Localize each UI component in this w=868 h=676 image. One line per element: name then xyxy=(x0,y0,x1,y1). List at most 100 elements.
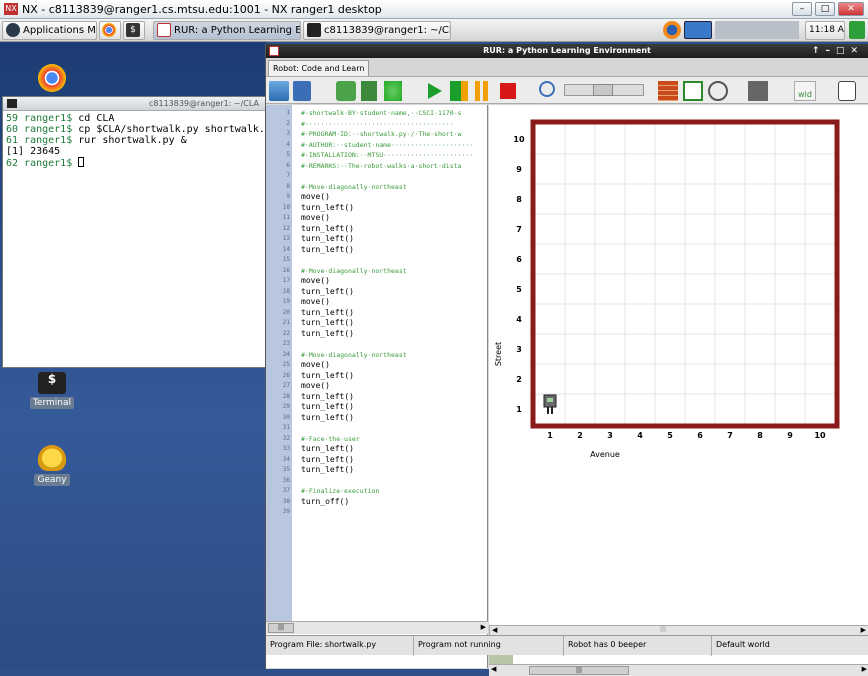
clock-label: 11:18 AM xyxy=(809,25,844,35)
logout-icon[interactable] xyxy=(849,21,865,39)
code-line: turn_off() xyxy=(301,496,350,506)
code-line: #·REMARKS:··The·robot·walks·a·short·dist… xyxy=(301,161,462,170)
taskbar-item-rur[interactable]: RUR: a Python Learning Environ... xyxy=(153,20,301,40)
run-icon[interactable] xyxy=(428,83,442,99)
street-tick-label: 3 xyxy=(516,345,522,354)
beeper-robot-icon[interactable] xyxy=(748,81,768,101)
code-line: #·AUTHOR:··student·name·················… xyxy=(301,140,474,149)
rur-titlebar[interactable]: RUR: a Python Learning Environment ↑–□✕ xyxy=(266,44,868,58)
avenue-tick-label: 6 xyxy=(697,431,703,440)
taskbar-rur-label: RUR: a Python Learning Environ... xyxy=(174,24,301,36)
line-number: 30 xyxy=(282,413,290,421)
wld-file-icon[interactable]: wld xyxy=(794,81,816,101)
reload-program-icon[interactable] xyxy=(384,81,402,101)
line-number: 18 xyxy=(282,287,290,295)
editor-horizontal-scrollbar[interactable]: ||| ▶ xyxy=(266,621,488,634)
open-world-icon[interactable] xyxy=(269,81,289,101)
line-number: 20 xyxy=(282,308,290,316)
terminal-output[interactable]: 59 ranger1$ cd CLA 60 ranger1$ cp $CLA/sh… xyxy=(3,111,277,171)
terminal-prompt: 62 ranger1$ xyxy=(6,158,73,169)
avenue-tick-label: 2 xyxy=(577,431,583,440)
edit-walls-icon[interactable] xyxy=(658,81,678,101)
line-number: 17 xyxy=(282,277,290,284)
world-scroll-thumb[interactable]: ||| xyxy=(660,626,666,633)
line-number: 11 xyxy=(282,214,290,221)
save-world-icon[interactable] xyxy=(293,81,311,101)
minimize-button[interactable]: – xyxy=(792,2,812,16)
line-number: 31 xyxy=(282,424,290,431)
line-number: 3 xyxy=(286,130,290,137)
sensor-icon[interactable] xyxy=(708,81,728,101)
terminal-prompt: 59 ranger1$ xyxy=(6,113,73,124)
line-number: 32 xyxy=(282,434,290,442)
rur-title: RUR: a Python Learning Environment xyxy=(483,46,651,55)
scroll-right-arrow-icon[interactable]: ▶ xyxy=(481,623,486,631)
clock[interactable]: 11:18 AM xyxy=(805,20,845,40)
speed-slider[interactable] xyxy=(564,84,644,96)
terminal-launcher[interactable]: $ xyxy=(123,20,145,40)
line-number: 15 xyxy=(282,256,290,263)
close-button[interactable]: ✕ xyxy=(838,2,864,16)
maximize-button[interactable]: □ xyxy=(815,2,835,16)
terminal-prompt: 61 ranger1$ xyxy=(6,135,73,146)
scroll-right-arrow-icon[interactable]: ▶ xyxy=(861,626,866,634)
geany-shortcut-label: Geany xyxy=(34,474,70,486)
stop-icon[interactable] xyxy=(500,83,516,99)
chrome-launcher[interactable] xyxy=(99,20,121,40)
world-builder-icon[interactable] xyxy=(683,81,703,101)
applications-menu-button[interactable]: Applications Menu xyxy=(2,20,97,40)
workspace-pager[interactable] xyxy=(715,21,799,39)
code-editor[interactable]: 1 2 3 4 5 6 7 8 9 10 11 12 13 14 15 16 17 18 19 20 21 22 23 24 2… xyxy=(266,105,488,668)
line-number: 24 xyxy=(282,350,290,358)
code-line: turn_left() xyxy=(301,391,354,401)
open-program-icon[interactable] xyxy=(336,81,356,101)
street-tick-label: 10 xyxy=(513,135,525,144)
line-number: 21 xyxy=(282,319,290,326)
terminal-shortcut-label: Terminal xyxy=(29,397,75,409)
code-line: turn_left() xyxy=(301,465,354,474)
tab-label: Robot: Code and Learn xyxy=(273,64,365,73)
pause-icon[interactable] xyxy=(475,81,491,101)
save-program-icon[interactable] xyxy=(361,81,377,101)
output-scroll-thumb[interactable]: ||| xyxy=(529,666,629,675)
scroll-left-arrow-icon[interactable]: ◀ xyxy=(491,665,496,673)
code-line: turn_left() xyxy=(301,454,354,464)
output-horizontal-scrollbar[interactable]: ◀ ||| ▶ xyxy=(489,664,868,676)
tab-code-and-learn[interactable]: Robot: Code and Learn xyxy=(268,60,370,76)
line-number: 29 xyxy=(282,403,290,410)
workspace-switcher-icon[interactable] xyxy=(684,21,712,39)
editor-scroll-thumb[interactable]: ||| xyxy=(268,623,294,633)
line-number: 19 xyxy=(282,298,290,305)
avenue-tick-label: 5 xyxy=(667,431,673,440)
taskbar-item-terminal[interactable]: c8113839@ranger1: ~/CLA xyxy=(303,20,451,40)
line-number: 25 xyxy=(282,361,290,368)
avenue-tick-label: 7 xyxy=(727,431,733,440)
terminal-window[interactable]: c8113839@ranger1: ~/CLA 59 ranger1$ cd C… xyxy=(2,96,277,368)
terminal-line-text: cp $CLA/shortwalk.py shortwalk.py xyxy=(72,124,277,135)
line-number: 13 xyxy=(282,235,290,242)
avenue-tick-label: 10 xyxy=(814,431,826,440)
taskbar-terminal-label: c8113839@ranger1: ~/CLA xyxy=(324,24,451,36)
chrome-desktop-icon[interactable] xyxy=(38,64,66,92)
terminal-desktop-shortcut[interactable]: $ Terminal xyxy=(22,372,82,409)
terminal-titlebar[interactable]: c8113839@ranger1: ~/CLA xyxy=(3,97,265,111)
firefox-icon[interactable] xyxy=(663,21,681,39)
scroll-left-arrow-icon[interactable]: ◀ xyxy=(492,626,497,634)
line-number: 8 xyxy=(286,182,290,190)
geany-teapot-icon xyxy=(38,445,66,471)
nx-window-title: NX - c8113839@ranger1.cs.mtsu.edu:1001 -… xyxy=(22,2,382,16)
code-line: turn_left() xyxy=(301,307,354,317)
line-number: 5 xyxy=(286,151,290,158)
geany-desktop-shortcut[interactable]: Geany xyxy=(22,445,82,486)
taskbar: Applications Menu $ RUR: a Python Learni… xyxy=(0,19,868,42)
stopwatch-icon xyxy=(539,81,555,97)
rur-window-controls[interactable]: ↑–□✕ xyxy=(812,44,864,58)
code-text[interactable]: #·shortwalk·BY·student·name,··CSCI·1170-… xyxy=(301,108,487,621)
scroll-right-arrow-icon[interactable]: ▶ xyxy=(862,665,867,673)
code-line: move() xyxy=(301,381,330,390)
terminal-line: 59 ranger1$ cd CLA xyxy=(6,113,262,124)
speed-slider-handle[interactable] xyxy=(593,84,613,96)
help-robot-icon[interactable] xyxy=(838,81,856,101)
step-icon[interactable] xyxy=(450,81,468,101)
avenue-axis-label: Avenue xyxy=(590,450,620,459)
